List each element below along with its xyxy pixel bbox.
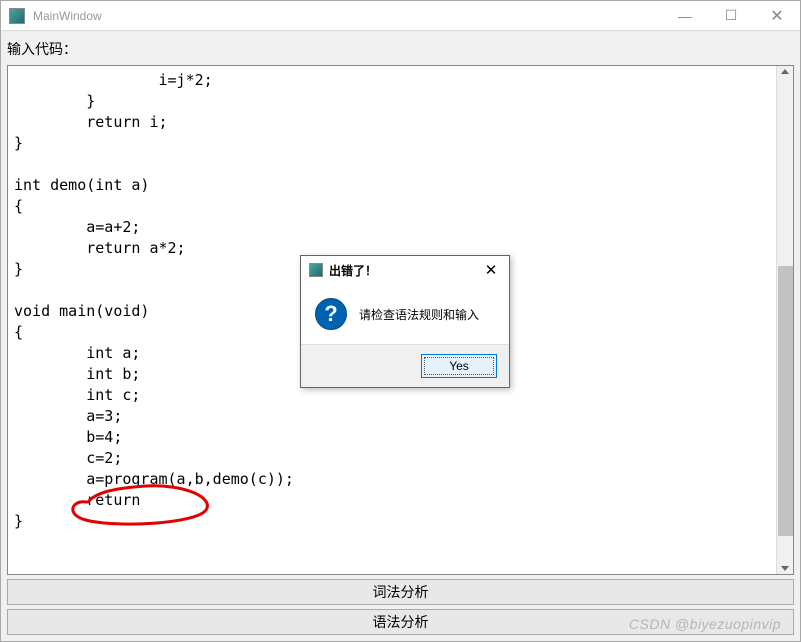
dialog-title: 出错了！ <box>329 262 477 279</box>
scroll-thumb[interactable] <box>778 266 793 536</box>
dialog-body: ? 请检查语法规则和输入 <box>301 284 509 344</box>
yes-button[interactable]: Yes <box>421 354 497 378</box>
minimize-button[interactable]: — <box>662 1 708 31</box>
dialog-close-button[interactable]: ✕ <box>477 259 505 281</box>
dialog-message: 请检查语法规则和输入 <box>359 306 479 323</box>
lexical-button-label: 词法分析 <box>373 582 429 602</box>
close-button[interactable]: ✕ <box>754 1 800 31</box>
vertical-scrollbar[interactable] <box>776 66 793 574</box>
dialog-titlebar: 出错了！ ✕ <box>301 256 509 284</box>
dialog-app-icon <box>309 263 323 277</box>
window-controls: — ☐ ✕ <box>662 1 800 31</box>
dialog-footer: Yes <box>301 344 509 387</box>
question-icon: ? <box>315 298 347 330</box>
syntax-button-label: 语法分析 <box>373 612 429 632</box>
input-label: 输入代码： <box>7 37 794 61</box>
window-title: MainWindow <box>33 9 662 23</box>
syntax-analysis-button[interactable]: 语法分析 <box>7 609 794 635</box>
app-icon <box>9 8 25 24</box>
yes-button-label: Yes <box>449 359 469 373</box>
error-dialog: 出错了！ ✕ ? 请检查语法规则和输入 Yes <box>300 255 510 388</box>
lexical-analysis-button[interactable]: 词法分析 <box>7 579 794 605</box>
titlebar: MainWindow — ☐ ✕ <box>1 1 800 31</box>
maximize-button[interactable]: ☐ <box>708 1 754 31</box>
